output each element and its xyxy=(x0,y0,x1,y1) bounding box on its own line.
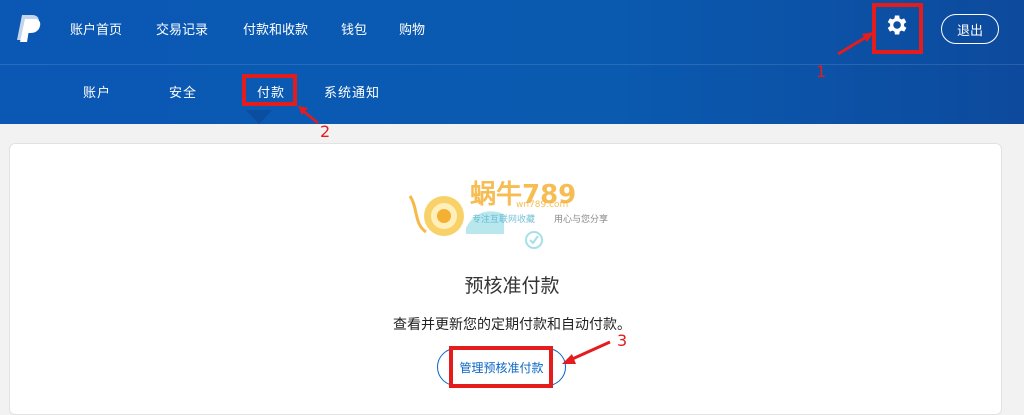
active-tab-indicator xyxy=(246,110,272,124)
sub-nav-item-account[interactable]: 账户 xyxy=(83,82,111,101)
annotation-label-1: 1 xyxy=(816,62,827,81)
page-title: 预核准付款 xyxy=(464,275,560,297)
annotation-box-payments-tab xyxy=(242,74,297,106)
header-bar: 账户首页 交易记录 付款和收款 钱包 购物 退出 账户 安全 付款 系统通知 xyxy=(0,0,1024,124)
nav-item-transactions[interactable]: 交易记录 xyxy=(156,19,208,38)
sub-nav-item-notifications[interactable]: 系统通知 xyxy=(324,82,380,101)
watermark-logo: 蜗牛789 wn789.com 专注互联网收藏 用心与您分享 xyxy=(404,174,630,252)
logout-button[interactable]: 退出 xyxy=(941,14,999,44)
annotation-box-manage-button xyxy=(449,346,553,388)
annotation-arrow-2 xyxy=(298,106,319,124)
sub-nav-item-security[interactable]: 安全 xyxy=(169,82,197,101)
annotation-arrow-3 xyxy=(562,340,611,364)
watermark-slogan-right: 用心与您分享 xyxy=(554,215,609,225)
nav-item-shopping[interactable]: 购物 xyxy=(399,19,425,38)
watermark-site: wn789.com xyxy=(516,200,569,210)
nav-item-wallet[interactable]: 钱包 xyxy=(341,19,367,38)
annotation-arrow-1 xyxy=(837,32,874,56)
paypal-logo-icon[interactable] xyxy=(14,13,42,43)
nav-item-payments[interactable]: 付款和收款 xyxy=(243,19,308,38)
sub-nav: 账户 安全 付款 系统通知 xyxy=(0,65,1024,124)
watermark-slogan-left: 专注互联网收藏 xyxy=(472,215,536,225)
page-description: 查看并更新您的定期付款和自动付款。 xyxy=(393,317,631,333)
annotation-label-3: 3 xyxy=(617,331,628,350)
annotation-label-2: 2 xyxy=(320,122,331,141)
annotation-box-settings xyxy=(872,3,923,54)
nav-item-account-home[interactable]: 账户首页 xyxy=(70,19,122,38)
